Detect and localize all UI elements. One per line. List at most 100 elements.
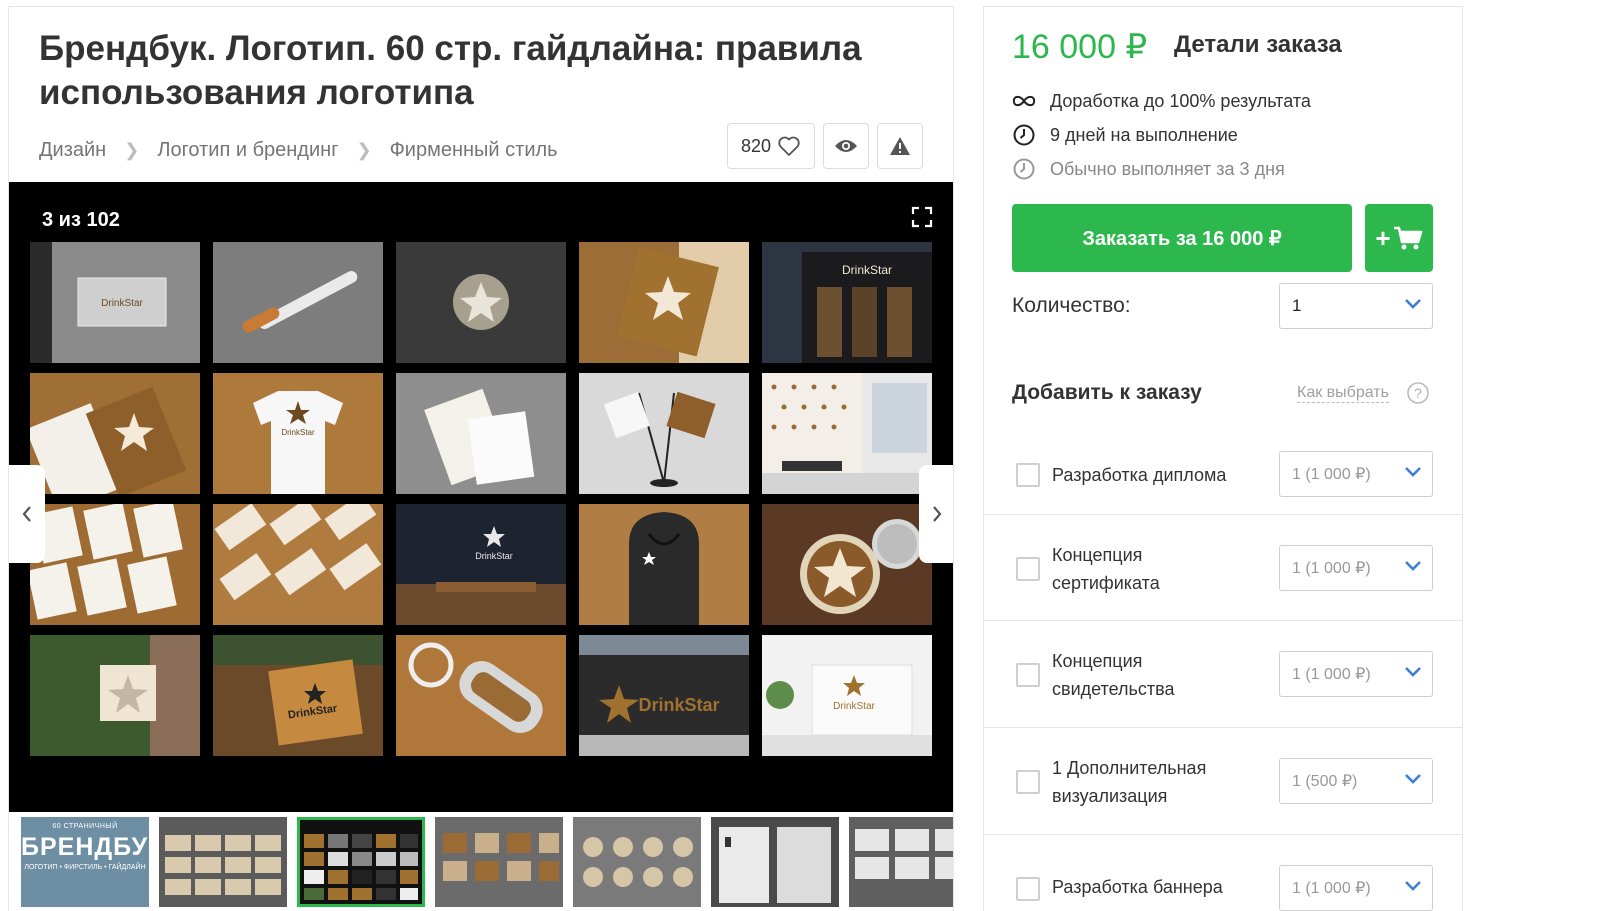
eye-icon [835, 140, 857, 152]
quantity-select[interactable]: 1 [1279, 283, 1433, 329]
gallery-image[interactable] [579, 242, 749, 363]
addon-option-select[interactable]: 1 (1 000 ₽) [1279, 651, 1433, 697]
gallery-image[interactable]: DrinkStar [213, 373, 383, 494]
addon-option-select[interactable]: 1 (1 000 ₽) [1279, 865, 1433, 911]
feature-deadline: 9 дней на выполнение [1012, 123, 1238, 147]
price: 16 000 ₽ [1012, 28, 1148, 66]
gallery-image[interactable]: DrinkStar [762, 242, 932, 363]
infinity-icon [1012, 89, 1036, 113]
gallery-image[interactable] [30, 373, 200, 494]
addon-item: Концепция свидетельства 1 (1 000 ₽) [984, 621, 1462, 728]
gallery-image[interactable]: DrinkStar [762, 635, 932, 756]
how-to-choose-link[interactable]: Как выбрать [1297, 384, 1389, 403]
addon-checkbox[interactable] [1016, 463, 1040, 487]
feature-text: 9 дней на выполнение [1050, 124, 1238, 145]
order-panel: 16 000 ₽ Детали заказа Доработка до 100%… [983, 6, 1463, 911]
tile-brand-label: DrinkStar [638, 695, 719, 715]
gallery-image[interactable] [30, 504, 200, 625]
plus-icon: + [1375, 222, 1391, 253]
chevron-down-icon [1405, 667, 1421, 677]
breadcrumb-item-design[interactable]: Дизайн [39, 139, 106, 162]
thumbnail[interactable]: 60 СТРАНИЧНЫЙ БРЕНДБУК ЛОГОТИП • ФИРСТИЛ… [21, 817, 149, 907]
report-button[interactable] [877, 123, 923, 169]
gallery-image[interactable] [396, 373, 566, 494]
chevron-right-icon: ❯ [124, 140, 140, 160]
chevron-down-icon [1405, 467, 1421, 477]
addon-checkbox[interactable] [1016, 877, 1040, 901]
fullscreen-icon[interactable] [911, 206, 933, 228]
gallery-grid: DrinkStar DrinkStar DrinkStar DrinkStar … [30, 242, 932, 756]
help-icon[interactable]: ? [1407, 382, 1429, 404]
addon-label: Концепция сертификата [1052, 545, 1160, 593]
chevron-right-icon: ❯ [356, 140, 372, 160]
thumbnail-strip: 60 СТРАНИЧНЫЙ БРЕНДБУК ЛОГОТИП • ФИРСТИЛ… [9, 817, 953, 911]
favorites-count: 820 [740, 135, 772, 156]
thumbnail[interactable] [849, 817, 953, 907]
chevron-down-icon [1405, 299, 1421, 309]
gallery-counter: 3 из 102 [42, 209, 120, 231]
clock-icon [1012, 157, 1036, 181]
product-card: Брендбук. Логотип. 60 стр. гайдлайна: пр… [8, 6, 954, 911]
action-buttons: 820 [727, 123, 923, 169]
thumbnail-cover-title: БРЕНДБУК [21, 833, 149, 861]
thumbnail[interactable] [159, 817, 287, 907]
favorite-button[interactable]: 820 [727, 123, 815, 169]
gallery-image[interactable] [762, 373, 932, 494]
gallery-image[interactable] [396, 635, 566, 756]
chevron-right-icon [933, 506, 942, 522]
gallery-image[interactable]: DrinkStar [213, 635, 383, 756]
gallery-prev-button[interactable] [9, 465, 45, 563]
order-button[interactable]: Заказать за 16 000 ₽ [1012, 204, 1352, 272]
addon-option-value: 1 (500 ₽) [1292, 773, 1358, 790]
chevron-down-icon [1405, 774, 1421, 784]
thumbnail[interactable] [435, 817, 563, 907]
gallery-image[interactable] [30, 635, 200, 756]
tile-brand-label: DrinkStar [475, 551, 513, 561]
feature-revisions: Доработка до 100% результата [1012, 89, 1311, 113]
addon-option-select[interactable]: 1 (500 ₽) [1279, 758, 1433, 804]
gallery-next-button[interactable] [919, 465, 953, 563]
tile-brand-label: DrinkStar [101, 298, 143, 309]
thumbnail[interactable] [711, 817, 839, 907]
tile-brand-label: DrinkStar [842, 263, 892, 277]
thumbnail[interactable] [573, 817, 701, 907]
breadcrumb-item-brand-style[interactable]: Фирменный стиль [390, 139, 558, 162]
addon-option-select[interactable]: 1 (1 000 ₽) [1279, 545, 1433, 591]
clock-icon [1012, 123, 1036, 147]
chevron-down-icon [1405, 881, 1421, 891]
tile-brand-label: DrinkStar [281, 428, 315, 437]
addon-checkbox[interactable] [1016, 663, 1040, 687]
feature-usual-time: Обычно выполняет за 3 дня [1012, 157, 1285, 181]
addon-option-value: 1 (1 000 ₽) [1292, 880, 1371, 897]
addon-label: Разработка баннера [1052, 877, 1223, 897]
addons-title: Добавить к заказу [1012, 381, 1202, 404]
heart-icon [778, 136, 800, 156]
gallery-image[interactable] [213, 504, 383, 625]
addon-checkbox[interactable] [1016, 770, 1040, 794]
addon-label: Разработка диплома [1052, 465, 1227, 485]
breadcrumb: Дизайн ❯ Логотип и брендинг ❯ Фирменный … [39, 139, 558, 162]
addon-item: Разработка диплома 1 (1 000 ₽) [984, 435, 1462, 515]
gallery-image[interactable] [579, 504, 749, 625]
addon-checkbox[interactable] [1016, 557, 1040, 581]
addon-item: 1 Дополнительная визуализация 1 (500 ₽) [984, 728, 1462, 835]
gallery-image[interactable] [762, 504, 932, 625]
gallery-image[interactable] [579, 373, 749, 494]
views-button[interactable] [823, 123, 869, 169]
add-to-cart-button[interactable]: + [1365, 204, 1433, 272]
addon-option-value: 1 (1 000 ₽) [1292, 560, 1371, 577]
addon-item: Разработка баннера 1 (1 000 ₽) [984, 835, 1462, 911]
addon-label: Концепция свидетельства [1052, 651, 1175, 699]
chevron-down-icon [1405, 561, 1421, 571]
thumbnail-active[interactable] [297, 817, 425, 907]
gallery-image[interactable]: DrinkStar [579, 635, 749, 756]
gallery-image[interactable]: DrinkStar [396, 504, 566, 625]
gallery-image[interactable] [396, 242, 566, 363]
thumbnail-cover-subtitle: ЛОГОТИП • ФИРСТИЛЬ • ГАЙДЛАЙН [24, 864, 146, 871]
addon-option-select[interactable]: 1 (1 000 ₽) [1279, 451, 1433, 497]
page-title: Брендбук. Логотип. 60 стр. гайдлайна: пр… [39, 29, 862, 112]
chevron-left-icon [22, 506, 31, 522]
breadcrumb-item-logo[interactable]: Логотип и брендинг [157, 139, 338, 162]
gallery-image[interactable]: DrinkStar [30, 242, 200, 363]
gallery-image[interactable] [213, 242, 383, 363]
